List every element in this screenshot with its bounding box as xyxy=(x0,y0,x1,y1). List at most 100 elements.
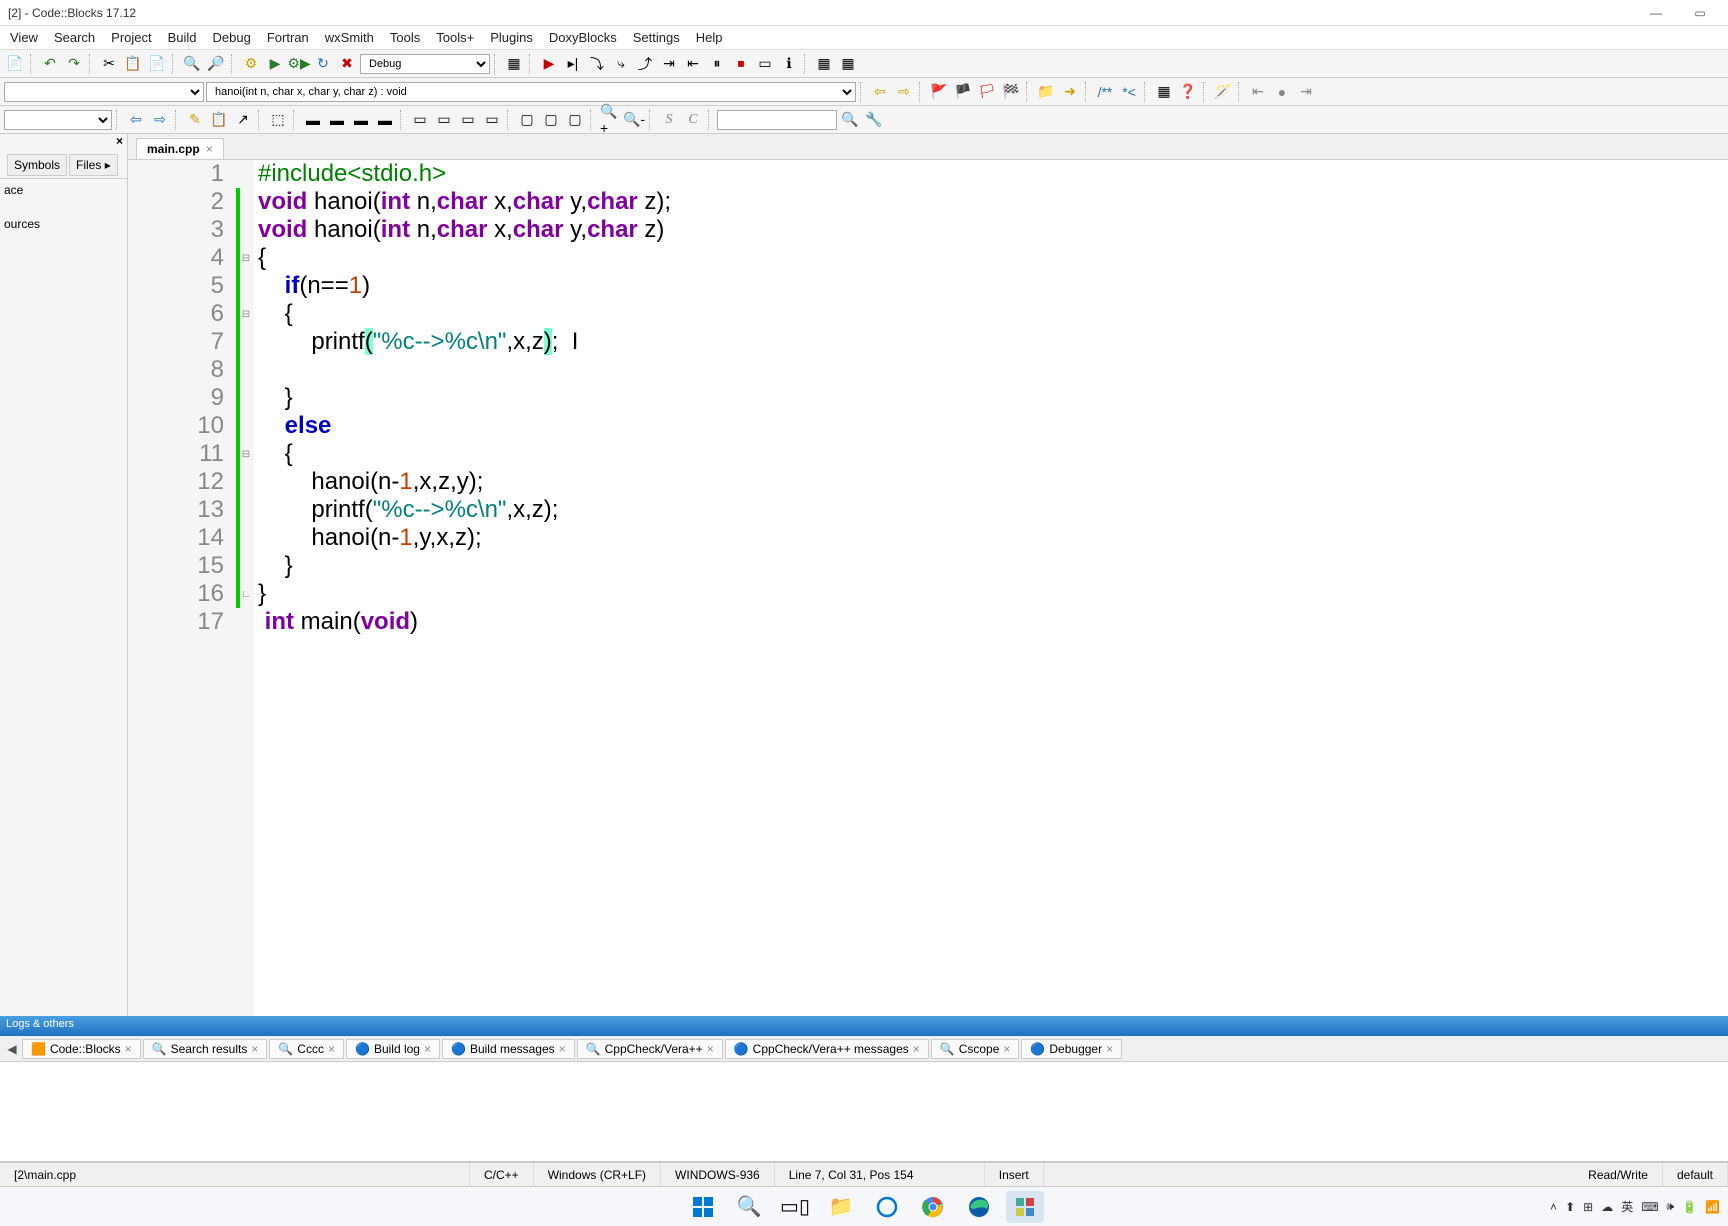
run-button[interactable]: ▶ xyxy=(264,53,286,75)
bookmark-toggle-button[interactable]: 🚩 xyxy=(928,81,950,103)
explorer-button[interactable]: 📁 xyxy=(822,1191,860,1223)
log-tab-build-messages[interactable]: 🔵Build messages× xyxy=(442,1039,575,1059)
misc2-button[interactable]: ▦ xyxy=(837,53,859,75)
sq3-button[interactable]: ▢ xyxy=(564,109,586,131)
tray-overflow[interactable]: ˄ xyxy=(1550,1200,1557,1214)
menu-settings[interactable]: Settings xyxy=(625,28,688,47)
codeblocks-button[interactable] xyxy=(1006,1191,1044,1223)
menu-tools[interactable]: Tools xyxy=(382,28,428,47)
build-run-button[interactable]: ⚙▶ xyxy=(288,53,310,75)
block1-button[interactable]: ▬ xyxy=(302,109,324,131)
edge-button[interactable] xyxy=(960,1191,998,1223)
log-tab-debugger[interactable]: 🔵Debugger× xyxy=(1021,1039,1122,1059)
zoom-in-button[interactable]: 🔍+ xyxy=(599,109,621,131)
function-scope-combo[interactable]: hanoi(int n, char x, char y, char z) : v… xyxy=(206,82,856,102)
s-button[interactable]: S xyxy=(658,109,680,131)
block3-button[interactable]: ▬ xyxy=(350,109,372,131)
log-tab-close[interactable]: × xyxy=(251,1042,258,1056)
tray-upload-icon[interactable]: ⬆ xyxy=(1565,1200,1575,1214)
todo-button[interactable]: ▦ xyxy=(1153,81,1175,103)
highlight-button[interactable]: ✎ xyxy=(184,109,206,131)
show-targets-button[interactable]: ▦ xyxy=(503,53,525,75)
step-out-button[interactable]: ⤴ xyxy=(634,53,656,75)
debug-start-button[interactable]: ▶ xyxy=(538,53,560,75)
blockA-button[interactable]: ▭ xyxy=(409,109,431,131)
panel-close-button[interactable]: × xyxy=(0,134,127,152)
minimize-button[interactable]: — xyxy=(1636,3,1676,23)
menu-plugins[interactable]: Plugins xyxy=(482,28,541,47)
build-button[interactable]: ⚙ xyxy=(240,53,262,75)
c-button[interactable]: C xyxy=(682,109,704,131)
files-tab[interactable]: Files ▸ xyxy=(69,154,118,176)
find-exec-button[interactable]: 🔍 xyxy=(839,109,861,131)
tray-battery-icon[interactable]: 🔋 xyxy=(1682,1200,1697,1214)
log-tab-close[interactable]: × xyxy=(559,1042,566,1056)
edge-legacy-button[interactable] xyxy=(868,1191,906,1223)
log-tab-close[interactable]: × xyxy=(424,1042,431,1056)
log-tab-close[interactable]: × xyxy=(1106,1042,1113,1056)
scope-combo-1[interactable] xyxy=(4,82,204,102)
editor-tab-main[interactable]: main.cpp × xyxy=(136,138,224,159)
symbols-tab[interactable]: Symbols xyxy=(7,154,67,176)
doxy-block-button[interactable]: *< xyxy=(1118,81,1140,103)
tray-network-icon[interactable]: 📶 xyxy=(1705,1200,1720,1214)
log-tab-cccc[interactable]: 🔍Cccc× xyxy=(269,1039,344,1059)
abort-button[interactable]: ✖ xyxy=(336,53,358,75)
log-tab-code-blocks[interactable]: 🟧Code::Blocks× xyxy=(22,1039,141,1059)
cut-button[interactable]: ✂ xyxy=(98,53,120,75)
log-tab-close[interactable]: × xyxy=(1003,1042,1010,1056)
log-tab-close[interactable]: × xyxy=(125,1042,132,1056)
block2-button[interactable]: ▬ xyxy=(326,109,348,131)
save-button[interactable]: ↷ xyxy=(63,53,85,75)
stop-debug-button[interactable]: ⏹ xyxy=(730,53,752,75)
log-tab-build-log[interactable]: 🔵Build log× xyxy=(346,1039,440,1059)
next-button[interactable]: ⇨ xyxy=(149,109,171,131)
break-button[interactable]: ⏸ xyxy=(706,53,728,75)
blockC-button[interactable]: ▭ xyxy=(457,109,479,131)
tab-close-button[interactable]: × xyxy=(206,142,213,156)
menu-fortran[interactable]: Fortran xyxy=(259,28,317,47)
log-tab-close[interactable]: × xyxy=(328,1042,335,1056)
goto-button[interactable]: ↗ xyxy=(232,109,254,131)
tray-ime-icon[interactable]: 英 xyxy=(1621,1198,1633,1215)
chrome-button[interactable] xyxy=(914,1191,952,1223)
log-tab-close[interactable]: × xyxy=(707,1042,714,1056)
menu-view[interactable]: View xyxy=(2,28,46,47)
options-button[interactable]: 🔧 xyxy=(863,109,885,131)
prev-button[interactable]: ⇦ xyxy=(125,109,147,131)
menu-doxyblocks[interactable]: DoxyBlocks xyxy=(541,28,625,47)
nav-forward-button[interactable]: ⇨ xyxy=(893,81,915,103)
tray-onedrive-icon[interactable]: ☁ xyxy=(1601,1200,1613,1214)
open-button[interactable]: ↶ xyxy=(39,53,61,75)
maximize-button[interactable]: ▭ xyxy=(1680,3,1720,23)
copy-button[interactable]: 📋 xyxy=(122,53,144,75)
nav-next-button[interactable]: ⇥ xyxy=(1295,81,1317,103)
new-file-button[interactable]: 📄 xyxy=(4,53,26,75)
help-button[interactable]: ❓ xyxy=(1177,81,1199,103)
rebuild-button[interactable]: ↻ xyxy=(312,53,334,75)
side-item[interactable]: ace xyxy=(4,183,123,197)
paste-button[interactable]: 📄 xyxy=(146,53,168,75)
debug-windows-button[interactable]: ▭ xyxy=(754,53,776,75)
log-tab-cppcheck-vera-[interactable]: 🔍CppCheck/Vera++× xyxy=(577,1039,723,1059)
menu-help[interactable]: Help xyxy=(688,28,731,47)
menu-build[interactable]: Build xyxy=(160,28,205,47)
run-to-cursor-button[interactable]: ▸| xyxy=(562,53,584,75)
sq2-button[interactable]: ▢ xyxy=(540,109,562,131)
mark-button[interactable]: 📋 xyxy=(208,109,230,131)
logs-scroll-left[interactable]: ◀ xyxy=(4,1042,20,1056)
bookmark-clear-button[interactable]: 🏁 xyxy=(1000,81,1022,103)
bookmark-next-button[interactable]: 🏳 xyxy=(976,81,998,103)
select-button[interactable]: ⬚ xyxy=(267,109,289,131)
step-into-button[interactable]: ⤷ xyxy=(610,53,632,75)
zoom-out-button[interactable]: 🔍- xyxy=(623,109,645,131)
code-editor[interactable]: 1234567891011121314151617 ⊟⊟⊟∟ #include<… xyxy=(128,160,1728,1016)
blockB-button[interactable]: ▭ xyxy=(433,109,455,131)
misc1-button[interactable]: ▦ xyxy=(813,53,835,75)
sq1-button[interactable]: ▢ xyxy=(516,109,538,131)
tray-app-icon[interactable]: ⊞ xyxy=(1583,1200,1593,1214)
log-tab-cppcheck-vera-messages[interactable]: 🔵CppCheck/Vera++ messages× xyxy=(725,1039,929,1059)
log-tab-close[interactable]: × xyxy=(913,1042,920,1056)
blockD-button[interactable]: ▭ xyxy=(481,109,503,131)
log-tab-search-results[interactable]: 🔍Search results× xyxy=(143,1039,268,1059)
